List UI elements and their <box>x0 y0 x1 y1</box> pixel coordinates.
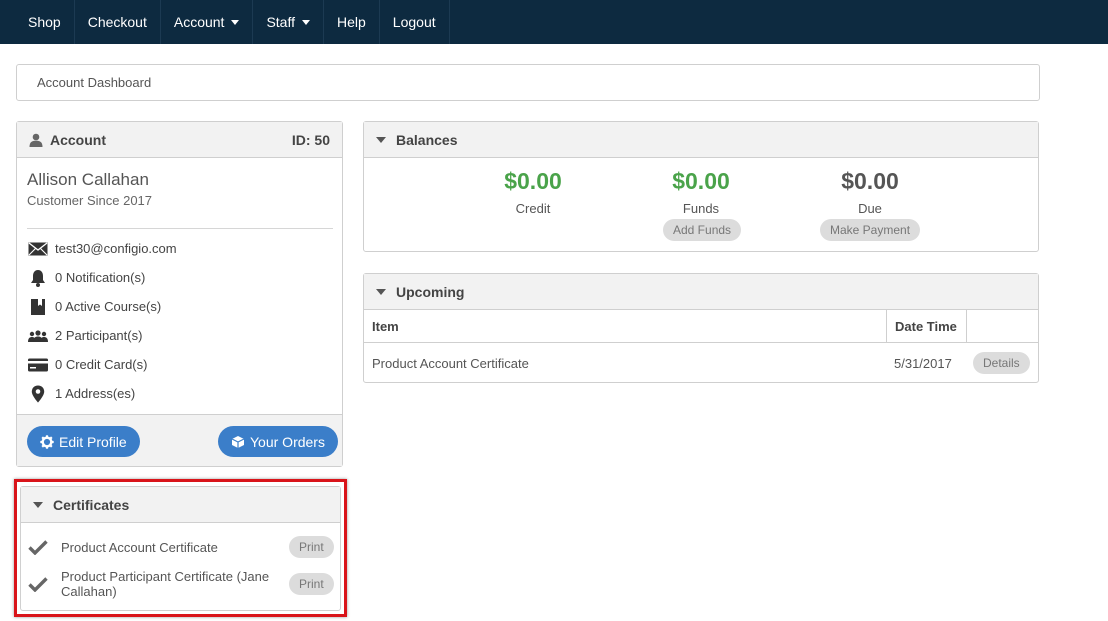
user-icon <box>29 133 43 147</box>
people-icon <box>27 327 49 345</box>
upcoming-panel: Upcoming Item Date Time Product Account … <box>363 273 1039 383</box>
collapse-triangle-icon <box>376 288 386 295</box>
account-email-row[interactable]: test30@configio.com <box>27 234 177 263</box>
bell-icon <box>27 269 49 287</box>
top-navbar: Shop Checkout Account Staff Help Logout <box>0 0 1108 44</box>
details-button[interactable]: Details <box>973 352 1030 374</box>
collapse-triangle-icon <box>33 501 43 508</box>
credit-card-icon <box>27 356 49 374</box>
account-addresses-row[interactable]: 1 Address(es) <box>27 379 177 408</box>
upcoming-panel-header[interactable]: Upcoming <box>364 274 1038 310</box>
account-courses-row[interactable]: 0 Active Course(s) <box>27 292 177 321</box>
funds-amount: $0.00 <box>672 168 730 194</box>
print-button[interactable]: Print <box>289 573 334 595</box>
box-icon <box>231 435 245 448</box>
certificate-item: Product Participant Certificate (Jane Ca… <box>21 568 340 600</box>
column-header-item: Item <box>372 318 399 334</box>
caret-down-icon <box>302 19 310 25</box>
row-date: 5/31/2017 <box>894 355 952 371</box>
check-icon <box>28 577 48 592</box>
account-panel-footer: Edit Profile Your Orders <box>17 414 342 466</box>
nav-logout[interactable]: Logout <box>380 0 450 44</box>
upcoming-panel-title: Upcoming <box>396 283 465 300</box>
account-panel: Account ID: 50 Allison Callahan Customer… <box>16 121 343 467</box>
breadcrumb: Account Dashboard <box>16 64 1040 101</box>
due-amount: $0.00 <box>841 168 899 194</box>
nav-staff[interactable]: Staff <box>253 0 324 44</box>
account-id: ID: 50 <box>291 131 330 148</box>
nav-checkout[interactable]: Checkout <box>75 0 161 44</box>
customer-since: Customer Since 2017 <box>27 193 153 208</box>
account-panel-title: Account <box>50 131 106 148</box>
make-payment-button[interactable]: Make Payment <box>820 219 921 241</box>
nav-shop[interactable]: Shop <box>15 0 75 44</box>
book-icon <box>27 298 49 316</box>
table-row: Product Account Certificate 5/31/2017 De… <box>364 344 1038 382</box>
your-orders-button[interactable]: Your Orders <box>218 426 338 457</box>
add-funds-button[interactable]: Add Funds <box>663 219 742 241</box>
account-cards-row[interactable]: 0 Credit Card(s) <box>27 350 177 379</box>
certificates-panel-header[interactable]: Certificates <box>21 487 340 523</box>
balances-panel-header[interactable]: Balances <box>364 122 1038 158</box>
table-header: Item Date Time <box>364 310 1038 343</box>
edit-profile-button[interactable]: Edit Profile <box>27 426 140 457</box>
credit-balance: $0.00 Credit <box>463 168 603 216</box>
print-button[interactable]: Print <box>289 536 334 558</box>
account-info-list: test30@configio.com 0 Notification(s) 0 … <box>27 234 177 408</box>
breadcrumb-current: Account Dashboard <box>37 75 152 90</box>
certificate-label: Product Participant Certificate (Jane Ca… <box>61 569 270 599</box>
funds-label: Funds <box>682 201 720 216</box>
certificates-panel: Certificates Product Account Certificate… <box>20 486 341 611</box>
due-label: Due <box>858 201 882 216</box>
nav-account[interactable]: Account <box>161 0 254 44</box>
certificates-panel-title: Certificates <box>53 496 130 513</box>
balances-panel: Balances $0.00 Credit $0.00 Funds Add Fu… <box>363 121 1039 252</box>
certificate-label: Product Account Certificate <box>61 539 218 555</box>
account-notifications-row[interactable]: 0 Notification(s) <box>27 263 177 292</box>
account-name: Allison Callahan <box>27 170 149 189</box>
account-panel-header: Account ID: 50 <box>17 122 342 158</box>
collapse-triangle-icon <box>376 136 386 143</box>
envelope-icon <box>27 240 49 258</box>
certificate-item: Product Account Certificate Print <box>21 535 340 559</box>
column-header-action <box>967 310 975 342</box>
account-participants-row[interactable]: 2 Participant(s) <box>27 321 177 350</box>
nav-help[interactable]: Help <box>324 0 380 44</box>
credit-label: Credit <box>515 201 551 216</box>
due-balance: $0.00 Due <box>800 168 940 216</box>
gear-icon <box>40 434 54 449</box>
credit-amount: $0.00 <box>504 168 562 194</box>
map-pin-icon <box>27 385 49 403</box>
funds-balance: $0.00 Funds <box>631 168 771 216</box>
column-header-date: Date Time <box>895 318 957 334</box>
caret-down-icon <box>231 19 240 25</box>
row-item: Product Account Certificate <box>372 355 529 371</box>
check-icon <box>28 540 48 555</box>
divider <box>27 228 333 229</box>
balances-panel-title: Balances <box>396 131 458 148</box>
